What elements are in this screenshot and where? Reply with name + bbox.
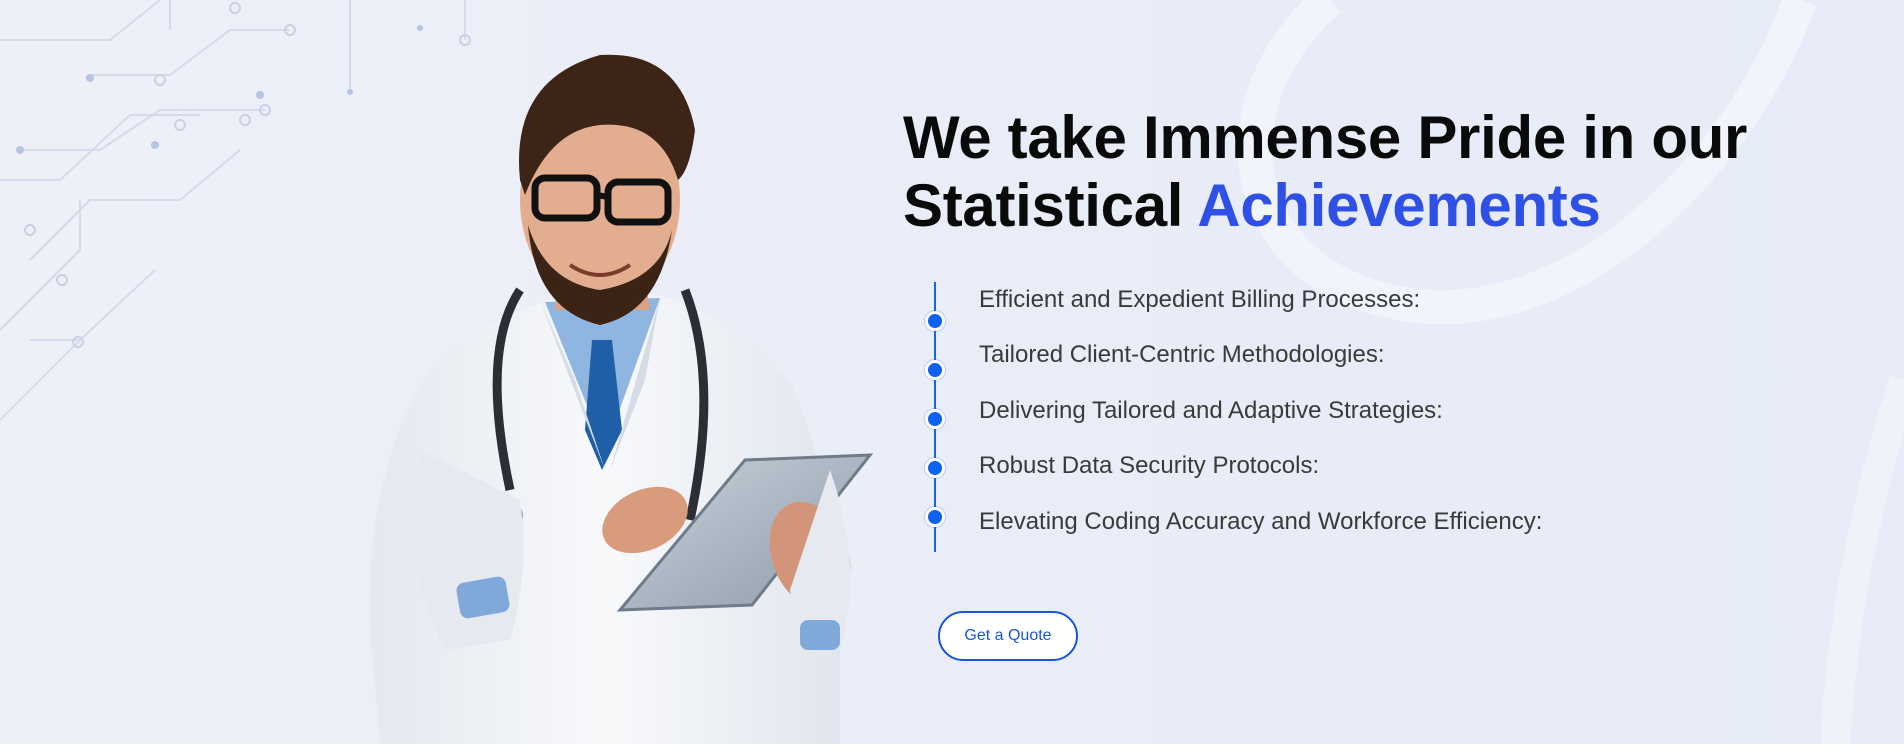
heading-line-1: We take Immense Pride in our: [903, 104, 1748, 171]
achievements-section: We take Immense Pride in our Statistical…: [0, 0, 1904, 752]
timeline-dot-icon: [925, 409, 945, 429]
timeline-dot-icon: [925, 507, 945, 527]
timeline-item-text: Efficient and Expedient Billing Processe…: [979, 286, 1421, 313]
section-bottom-border: [0, 744, 1904, 752]
timeline-item-text: Delivering Tailored and Adaptive Strateg…: [979, 397, 1443, 424]
heading-accent: Achievements: [1197, 172, 1601, 239]
achievements-timeline: Efficient and Expedient Billing Processe…: [922, 280, 1622, 555]
section-heading: We take Immense Pride in our Statistical…: [903, 104, 1803, 240]
timeline-item-text: Elevating Coding Accuracy and Workforce …: [979, 508, 1543, 535]
heading-prefix: Statistical: [903, 172, 1198, 239]
timeline-dot-icon: [925, 360, 945, 380]
get-a-quote-button[interactable]: Get a Quote: [938, 611, 1078, 661]
heading-line-2: Statistical Achievements: [903, 172, 1803, 240]
doctor-image: [369, 54, 874, 744]
timeline-dot-icon: [925, 311, 945, 331]
timeline-item-text: Tailored Client-Centric Methodologies:: [979, 341, 1385, 368]
timeline-dot-icon: [925, 458, 945, 478]
timeline-item-text: Robust Data Security Protocols:: [979, 452, 1320, 479]
